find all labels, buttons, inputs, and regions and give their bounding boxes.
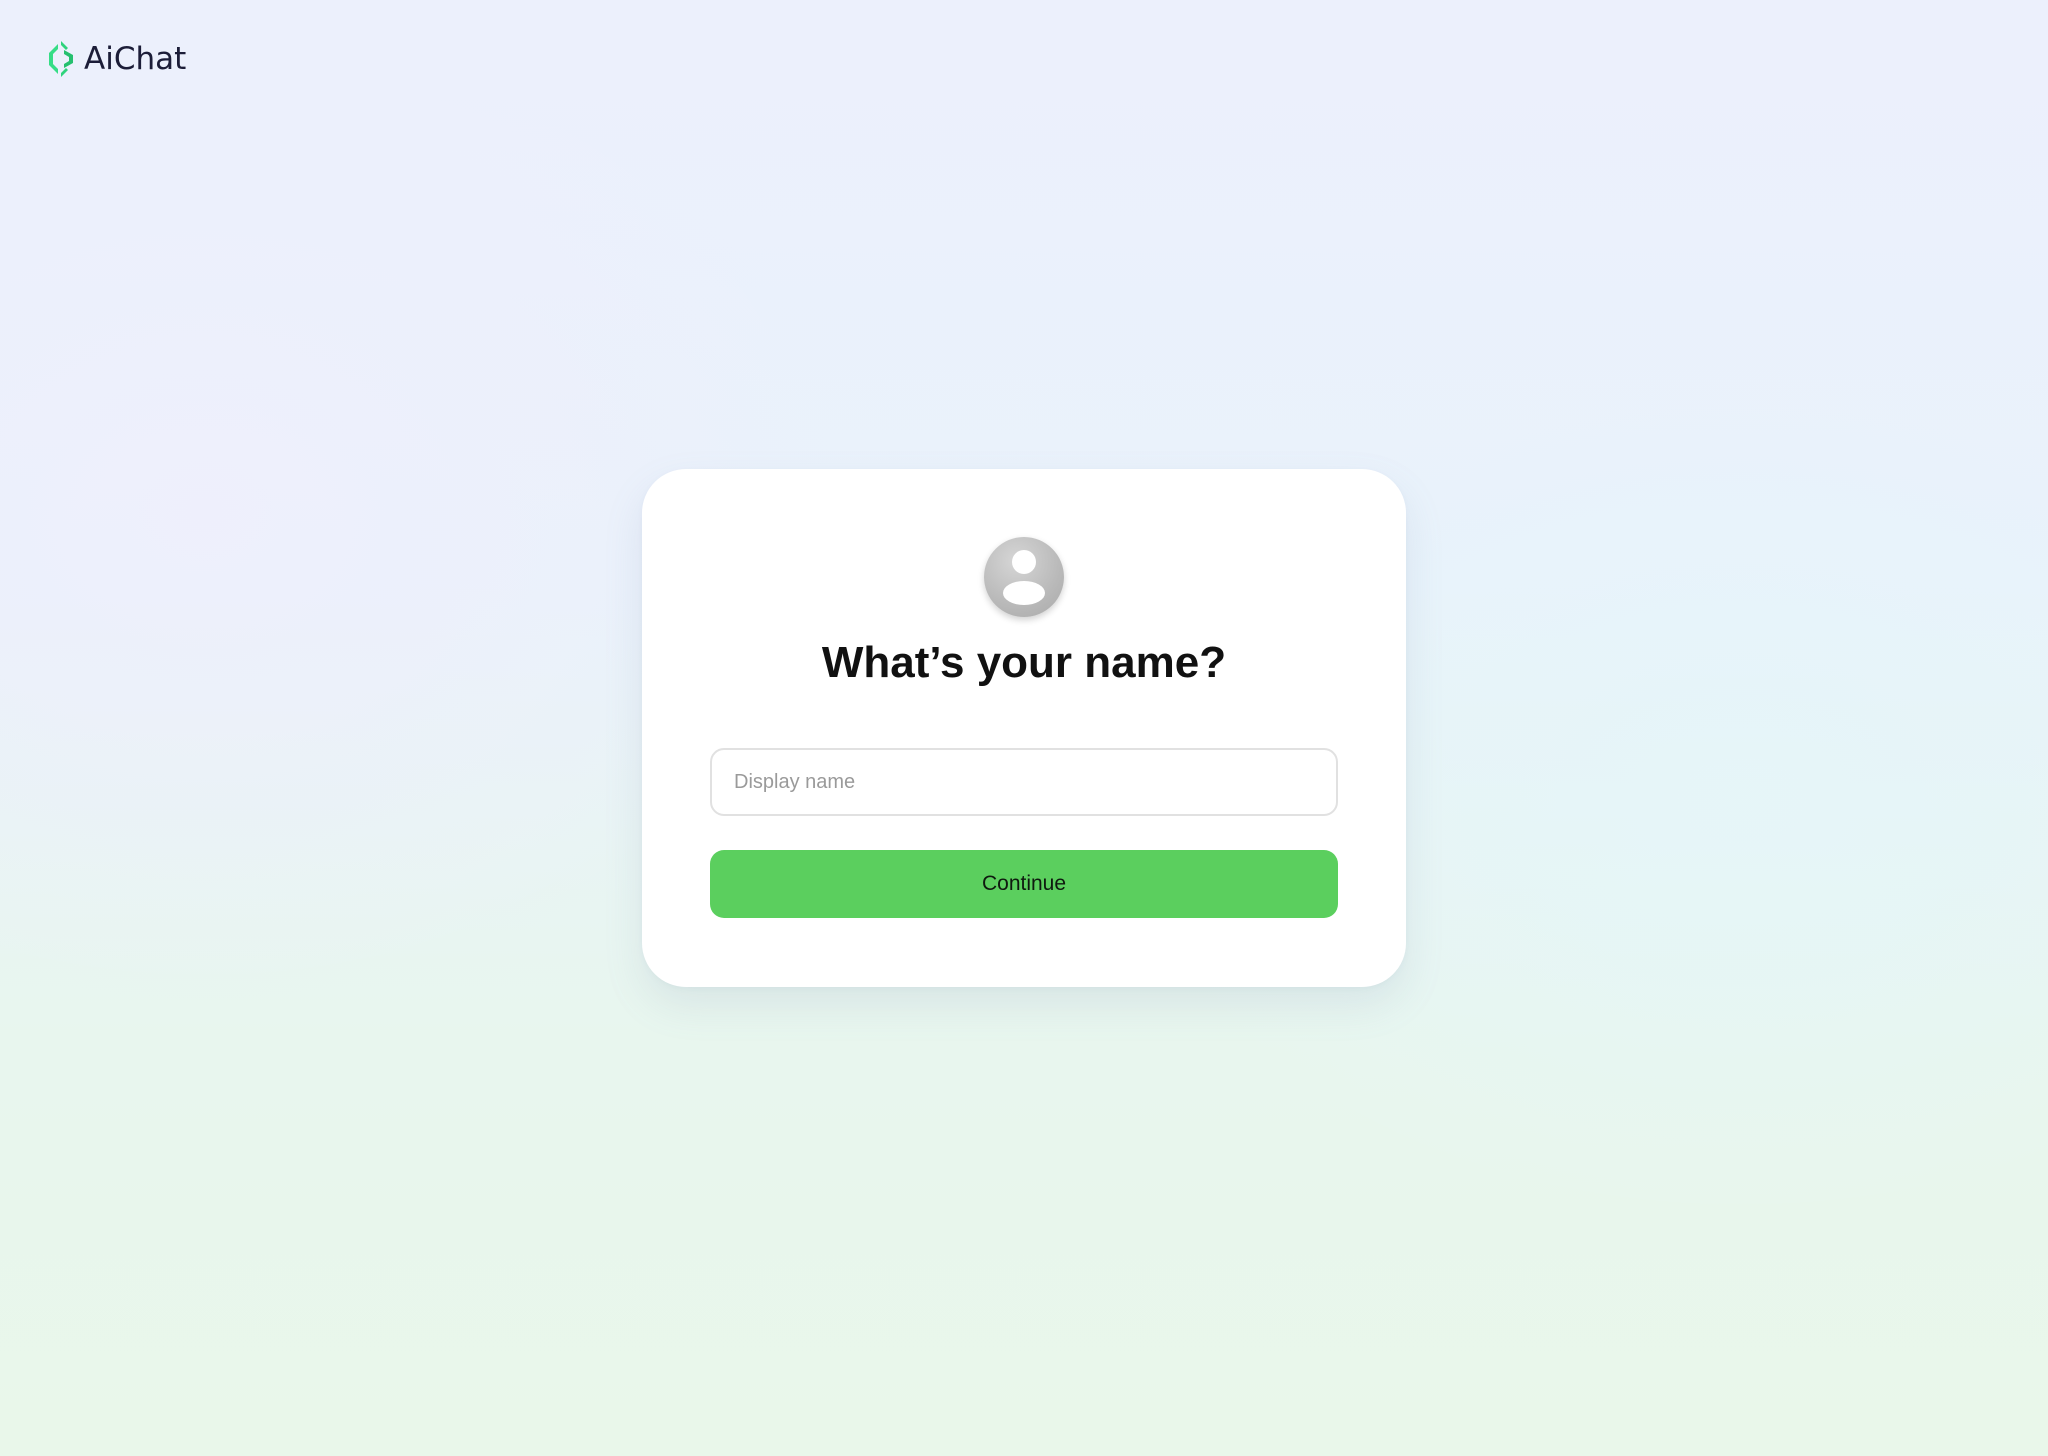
aichat-logo-icon bbox=[49, 41, 73, 77]
name-entry-card: What’s your name? Continue bbox=[642, 469, 1406, 987]
display-name-input[interactable] bbox=[710, 748, 1338, 816]
app-name: AiChat bbox=[84, 41, 187, 77]
user-avatar-icon bbox=[984, 537, 1064, 617]
app-logo[interactable]: AiChat bbox=[44, 40, 186, 78]
page-title: What’s your name? bbox=[821, 638, 1227, 687]
continue-button[interactable]: Continue bbox=[710, 850, 1338, 918]
